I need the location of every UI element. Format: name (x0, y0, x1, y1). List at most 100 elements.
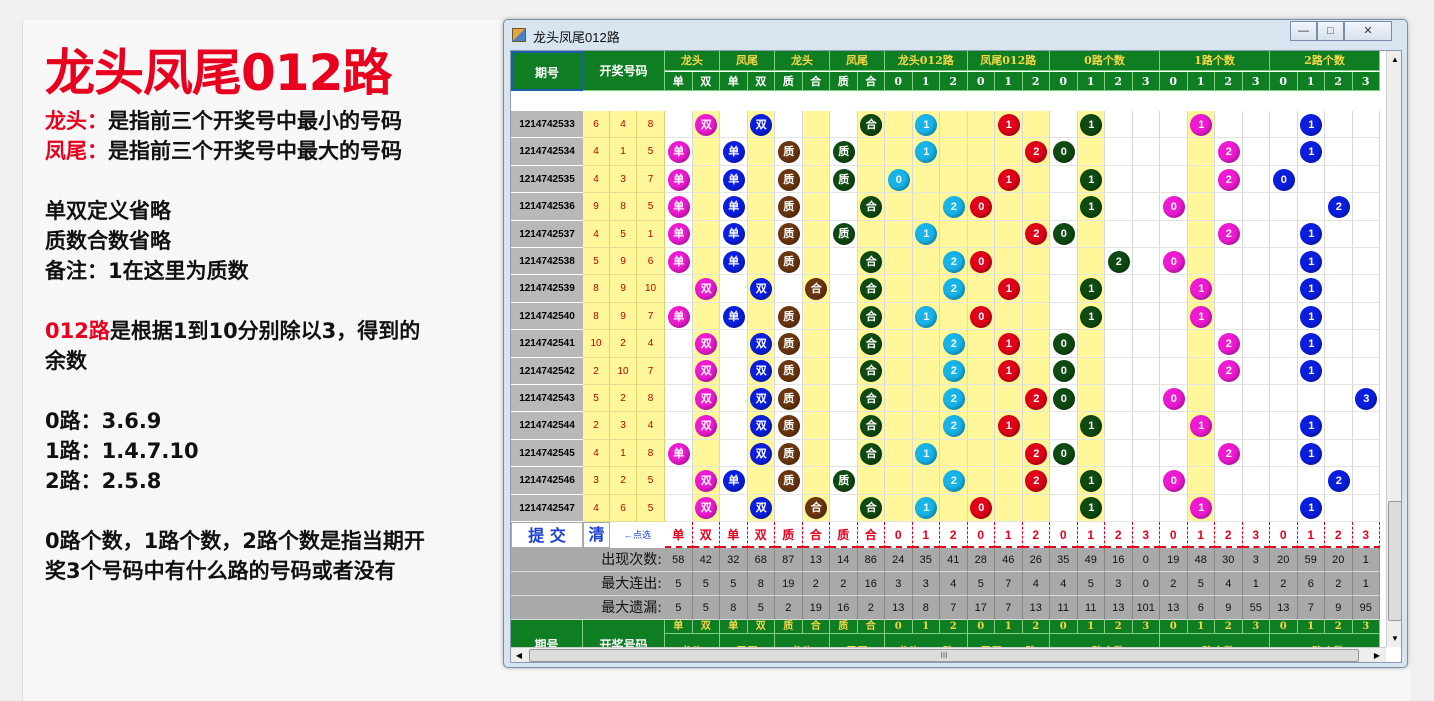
trend-cell[interactable] (1160, 439, 1188, 468)
select-cell[interactable]: 3 (1352, 522, 1380, 548)
trend-cell[interactable] (1352, 412, 1380, 440)
trend-cell[interactable] (995, 138, 1023, 166)
trend-cell[interactable] (1242, 193, 1270, 221)
trend-cell[interactable] (1297, 165, 1325, 194)
trend-cell[interactable] (1325, 302, 1353, 331)
trend-cell[interactable] (912, 467, 940, 495)
trend-cell[interactable] (665, 111, 693, 139)
trend-cell[interactable] (1187, 439, 1215, 468)
trend-cell[interactable] (1160, 412, 1188, 440)
trend-cell[interactable] (940, 111, 968, 139)
trend-cell[interactable] (967, 330, 995, 358)
trend-cell[interactable] (1215, 385, 1243, 413)
horizontal-scrollbar[interactable]: ◀ III ▶ (511, 647, 1386, 662)
trend-cell[interactable] (1160, 138, 1188, 166)
trend-cell[interactable] (1270, 385, 1298, 413)
trend-cell[interactable] (1132, 111, 1160, 139)
trend-cell[interactable] (692, 220, 720, 248)
close-button[interactable]: ✕ (1344, 21, 1392, 41)
trend-cell[interactable] (967, 138, 995, 166)
trend-cell[interactable] (1105, 357, 1133, 385)
trend-cell[interactable] (802, 138, 830, 166)
trend-cell[interactable] (1215, 412, 1243, 440)
clear-button[interactable]: 清 (583, 522, 610, 548)
trend-cell[interactable] (1077, 220, 1105, 248)
trend-cell[interactable] (1325, 248, 1353, 276)
trend-cell[interactable] (747, 193, 775, 221)
trend-cell[interactable] (1270, 111, 1298, 139)
trend-cell[interactable] (1242, 357, 1270, 385)
trend-cell[interactable] (1022, 412, 1050, 440)
trend-cell[interactable] (940, 220, 968, 248)
trend-cell[interactable] (1270, 494, 1298, 522)
trend-cell[interactable] (720, 385, 748, 413)
scroll-up-icon[interactable]: ▲ (1387, 51, 1401, 68)
select-cell[interactable]: 0 (1160, 522, 1188, 548)
select-cell[interactable]: 单 (665, 522, 693, 548)
trend-cell[interactable] (1050, 467, 1078, 495)
trend-cell[interactable] (1132, 467, 1160, 495)
trend-cell[interactable] (1187, 248, 1215, 276)
trend-cell[interactable] (1160, 302, 1188, 331)
trend-cell[interactable] (1325, 138, 1353, 166)
trend-cell[interactable] (1050, 111, 1078, 139)
trend-cell[interactable] (720, 330, 748, 358)
select-cell[interactable]: 1 (1297, 522, 1325, 548)
trend-cell[interactable] (1022, 494, 1050, 522)
trend-cell[interactable] (1325, 330, 1353, 358)
trend-cell[interactable] (665, 412, 693, 440)
trend-cell[interactable] (912, 275, 940, 303)
trend-cell[interactable] (857, 165, 885, 194)
trend-cell[interactable] (1132, 138, 1160, 166)
trend-cell[interactable] (995, 220, 1023, 248)
trend-cell[interactable] (1077, 439, 1105, 468)
trend-cell[interactable] (1242, 138, 1270, 166)
trend-cell[interactable] (995, 467, 1023, 495)
trend-cell[interactable] (1352, 494, 1380, 522)
trend-cell[interactable] (692, 193, 720, 221)
trend-cell[interactable] (775, 275, 803, 303)
trend-cell[interactable] (995, 193, 1023, 221)
trend-cell[interactable] (830, 412, 858, 440)
trend-cell[interactable] (912, 248, 940, 276)
trend-cell[interactable] (885, 248, 913, 276)
trend-cell[interactable] (747, 248, 775, 276)
trend-cell[interactable] (692, 439, 720, 468)
trend-cell[interactable] (1105, 220, 1133, 248)
trend-cell[interactable] (830, 248, 858, 276)
trend-cell[interactable] (1187, 357, 1215, 385)
trend-cell[interactable] (747, 302, 775, 331)
trend-cell[interactable] (1242, 220, 1270, 248)
trend-cell[interactable] (665, 385, 693, 413)
trend-cell[interactable] (1132, 193, 1160, 221)
trend-cell[interactable] (665, 330, 693, 358)
trend-cell[interactable] (1105, 330, 1133, 358)
trend-cell[interactable] (940, 494, 968, 522)
trend-cell[interactable] (802, 330, 830, 358)
trend-cell[interactable] (1352, 138, 1380, 166)
trend-cell[interactable] (1242, 275, 1270, 303)
select-cell[interactable]: 2 (1105, 522, 1133, 548)
trend-cell[interactable] (885, 357, 913, 385)
trend-cell[interactable] (1132, 275, 1160, 303)
select-cell[interactable]: 1 (1187, 522, 1215, 548)
trend-cell[interactable] (885, 385, 913, 413)
trend-cell[interactable] (692, 138, 720, 166)
trend-cell[interactable] (720, 412, 748, 440)
trend-cell[interactable] (802, 111, 830, 139)
trend-cell[interactable] (912, 412, 940, 440)
trend-cell[interactable] (1132, 302, 1160, 331)
horizontal-scroll-thumb[interactable]: III (529, 649, 1359, 662)
trend-cell[interactable] (1077, 330, 1105, 358)
minimize-button[interactable]: — (1290, 21, 1317, 41)
select-cell[interactable]: 单 (720, 522, 748, 548)
trend-cell[interactable] (802, 467, 830, 495)
trend-cell[interactable] (1105, 275, 1133, 303)
trend-cell[interactable] (1050, 302, 1078, 331)
trend-cell[interactable] (1022, 302, 1050, 331)
scroll-down-icon[interactable]: ▼ (1387, 630, 1401, 647)
select-cell[interactable]: 0 (1270, 522, 1298, 548)
trend-cell[interactable] (1160, 330, 1188, 358)
trend-cell[interactable] (1325, 220, 1353, 248)
select-cell[interactable]: 合 (857, 522, 885, 548)
